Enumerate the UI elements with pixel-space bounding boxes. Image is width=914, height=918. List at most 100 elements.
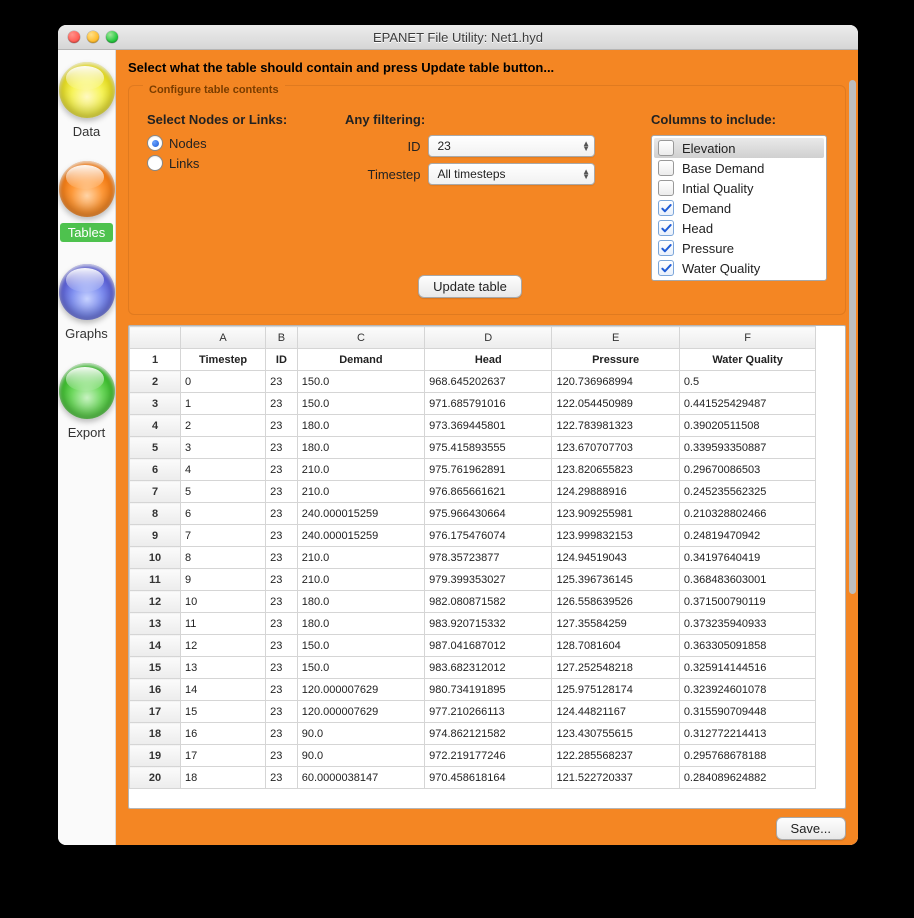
column-option[interactable]: Pressure	[654, 238, 824, 258]
table-cell[interactable]: 125.975128174	[552, 679, 679, 701]
radio-links[interactable]: Links	[147, 155, 317, 171]
table-cell[interactable]: 0.315590709448	[679, 701, 816, 723]
column-option[interactable]: Head	[654, 218, 824, 238]
column-letter[interactable]: F	[679, 327, 816, 349]
table-cell[interactable]: 1	[181, 393, 266, 415]
table-cell[interactable]: 23	[266, 591, 298, 613]
table-cell[interactable]: 976.175476074	[425, 525, 552, 547]
column-option[interactable]: Base Demand	[654, 158, 824, 178]
table-cell[interactable]: 90.0	[297, 723, 424, 745]
row-number[interactable]: 9	[130, 525, 181, 547]
column-letter[interactable]: E	[552, 327, 679, 349]
table-cell[interactable]: 10	[181, 591, 266, 613]
table-cell[interactable]: 5	[181, 481, 266, 503]
checkbox-icon[interactable]	[658, 140, 674, 156]
table-cell[interactable]: 180.0	[297, 415, 424, 437]
table-cell[interactable]: 9	[181, 569, 266, 591]
row-number[interactable]: 13	[130, 613, 181, 635]
table-cell[interactable]: 0.284089624882	[679, 767, 816, 789]
sidebar-label-data[interactable]: Data	[73, 124, 100, 139]
row-number[interactable]: 18	[130, 723, 181, 745]
table-cell[interactable]: 127.252548218	[552, 657, 679, 679]
table-cell[interactable]: 23	[266, 371, 298, 393]
sidebar-orb-graphs[interactable]	[59, 264, 115, 320]
columns-listbox[interactable]: ElevationBase DemandIntial QualityDemand…	[651, 135, 827, 281]
table-cell[interactable]: 23	[266, 701, 298, 723]
table-cell[interactable]: 23	[266, 437, 298, 459]
table-cell[interactable]: 210.0	[297, 569, 424, 591]
table-cell[interactable]: 23	[266, 393, 298, 415]
table-cell[interactable]: 968.645202637	[425, 371, 552, 393]
checkbox-icon[interactable]	[658, 180, 674, 196]
checkbox-icon[interactable]	[658, 200, 674, 216]
table-cell[interactable]: 123.670707703	[552, 437, 679, 459]
table-cell[interactable]: 974.862121582	[425, 723, 552, 745]
column-letter[interactable]: D	[425, 327, 552, 349]
table-cell[interactable]: 150.0	[297, 657, 424, 679]
table-cell[interactable]: 23	[266, 525, 298, 547]
table-cell[interactable]: 975.966430664	[425, 503, 552, 525]
row-number[interactable]: 17	[130, 701, 181, 723]
table-cell[interactable]: 0.245235562325	[679, 481, 816, 503]
sidebar-label-graphs[interactable]: Graphs	[65, 326, 108, 341]
table-cell[interactable]: 120.000007629	[297, 701, 424, 723]
table-cell[interactable]: 120.000007629	[297, 679, 424, 701]
table-cell[interactable]: 210.0	[297, 481, 424, 503]
table-cell[interactable]: 0.325914144516	[679, 657, 816, 679]
table-cell[interactable]: 0.5	[679, 371, 816, 393]
table-cell[interactable]: 978.35723877	[425, 547, 552, 569]
row-number[interactable]: 10	[130, 547, 181, 569]
table-cell[interactable]: 6	[181, 503, 266, 525]
table-cell[interactable]: 122.783981323	[552, 415, 679, 437]
table-cell[interactable]: 983.920715332	[425, 613, 552, 635]
table-cell[interactable]: 120.736968994	[552, 371, 679, 393]
table-cell[interactable]: 210.0	[297, 459, 424, 481]
table-cell[interactable]: 0.34197640419	[679, 547, 816, 569]
table-cell[interactable]: 0.368483603001	[679, 569, 816, 591]
table-cell[interactable]: 0.323924601078	[679, 679, 816, 701]
table-cell[interactable]: 0.24819470942	[679, 525, 816, 547]
table-cell[interactable]: 979.399353027	[425, 569, 552, 591]
sidebar-orb-data[interactable]	[59, 62, 115, 118]
table-cell[interactable]: 17	[181, 745, 266, 767]
row-number[interactable]: 8	[130, 503, 181, 525]
table-cell[interactable]: 983.682312012	[425, 657, 552, 679]
row-number[interactable]: 16	[130, 679, 181, 701]
table-cell[interactable]: 7	[181, 525, 266, 547]
table-cell[interactable]: 122.285568237	[552, 745, 679, 767]
table-cell[interactable]: 23	[266, 679, 298, 701]
table-cell[interactable]: 0.39020511508	[679, 415, 816, 437]
table-cell[interactable]: 240.000015259	[297, 525, 424, 547]
table-cell[interactable]: 180.0	[297, 591, 424, 613]
table-cell[interactable]: 0.339593350887	[679, 437, 816, 459]
column-letter[interactable]: B	[266, 327, 298, 349]
table-cell[interactable]: 23	[266, 657, 298, 679]
table-cell[interactable]: 123.999832153	[552, 525, 679, 547]
sidebar-orb-tables[interactable]	[59, 161, 115, 217]
row-number[interactable]: 6	[130, 459, 181, 481]
checkbox-icon[interactable]	[658, 240, 674, 256]
sidebar-label-export[interactable]: Export	[68, 425, 106, 440]
table-cell[interactable]: 0.373235940933	[679, 613, 816, 635]
row-number[interactable]: 5	[130, 437, 181, 459]
table-cell[interactable]: 3	[181, 437, 266, 459]
table-cell[interactable]: 0.210328802466	[679, 503, 816, 525]
row-number[interactable]: 12	[130, 591, 181, 613]
table-cell[interactable]: 0	[181, 371, 266, 393]
table-cell[interactable]: 23	[266, 415, 298, 437]
table-cell[interactable]: 23	[266, 547, 298, 569]
table-cell[interactable]: 210.0	[297, 547, 424, 569]
table-cell[interactable]: 980.734191895	[425, 679, 552, 701]
table-cell[interactable]: 23	[266, 723, 298, 745]
table-cell[interactable]: 125.396736145	[552, 569, 679, 591]
row-number[interactable]: 20	[130, 767, 181, 789]
table-cell[interactable]: 122.054450989	[552, 393, 679, 415]
table-cell[interactable]: 23	[266, 635, 298, 657]
table-cell[interactable]: 121.522720337	[552, 767, 679, 789]
column-option[interactable]: Water Quality	[654, 258, 824, 278]
table-cell[interactable]: 150.0	[297, 371, 424, 393]
table-cell[interactable]: 123.909255981	[552, 503, 679, 525]
table-cell[interactable]: 23	[266, 745, 298, 767]
table-cell[interactable]: 23	[266, 767, 298, 789]
table-cell[interactable]: 15	[181, 701, 266, 723]
